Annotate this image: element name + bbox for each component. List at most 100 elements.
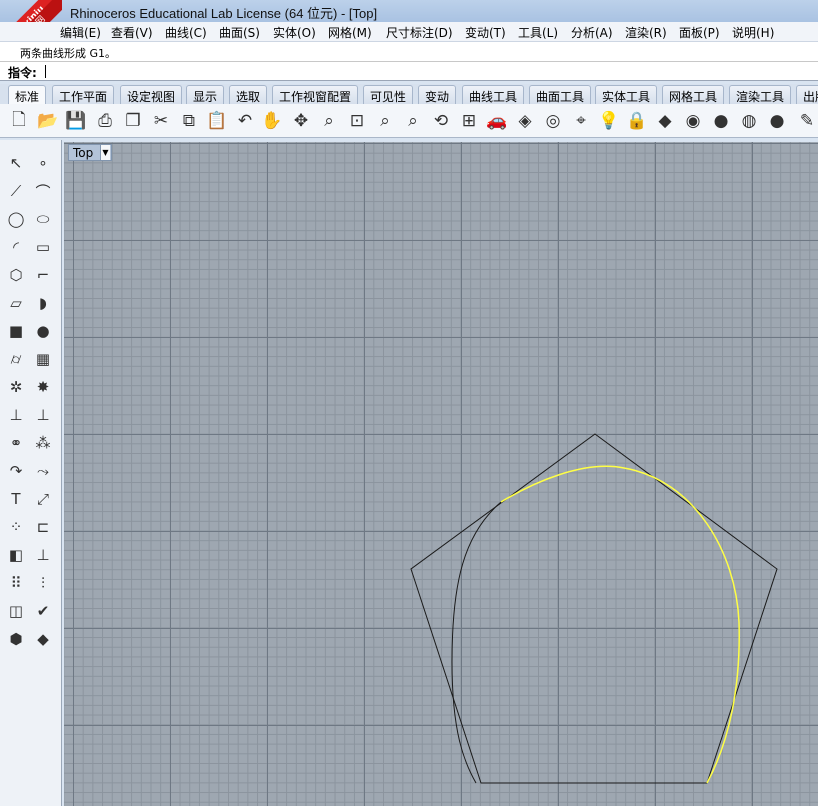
menu-tools[interactable]: 工具(L) [518,24,558,41]
blend-curve-highlighted[interactable] [500,465,740,784]
tab-publish[interactable]: 出版 [796,85,818,104]
zoom-dynamic-icon[interactable]: ⌕ [316,108,342,134]
four-viewports-icon[interactable]: ⊞ [456,108,482,134]
trim-icon[interactable]: ⊥ [3,402,29,428]
pan-hand-icon[interactable]: ✋ [259,108,285,134]
tab-visibility[interactable]: 可见性 [363,85,414,104]
layer-icon[interactable]: ◆ [652,108,678,134]
polygon-icon[interactable]: ⬡ [3,262,29,288]
import-icon[interactable]: ❐ [120,108,146,134]
rendered-sphere-icon[interactable]: ◍ [736,108,762,134]
cut-icon[interactable]: ✂ [148,108,174,134]
loft-surface-icon[interactable]: ◗ [30,290,56,316]
text-icon[interactable]: T [3,486,29,512]
tab-curve-tools[interactable]: 曲线工具 [462,85,525,104]
car-icon[interactable]: 🚗 [484,108,510,134]
rotate-view-arrow-icon[interactable]: ⟲ [428,108,454,134]
zoom-window-icon[interactable]: ⊡ [344,108,370,134]
polyline-icon[interactable]: ⟋ [3,178,29,204]
chevron-down-icon[interactable]: ▼ [100,145,110,160]
dimension-icon[interactable]: ⊥ [30,542,56,568]
menu-help[interactable]: 说明(H) [732,24,774,41]
gear-transform-icon[interactable]: ✲ [3,374,29,400]
tab-viewport-layout[interactable]: 工作视窗配置 [272,85,359,104]
offset-curve-icon[interactable]: ↷ [3,458,29,484]
named-view-icon[interactable]: ◎ [540,108,566,134]
weld-icon[interactable]: ⫶ [30,570,56,596]
tab-cplanes[interactable]: 工作平面 [52,85,115,104]
explode-icon[interactable]: ✸ [30,374,56,400]
shaded-sphere-icon[interactable]: ● [708,108,734,134]
sphere-solid-icon[interactable]: ● [30,318,56,344]
command-line[interactable]: 指令: [0,62,818,81]
boolean-union-icon[interactable]: ⚭ [3,430,29,456]
array-icon[interactable]: ⁘ [3,514,29,540]
arc-icon[interactable]: ◜ [3,234,29,260]
tab-render-tools[interactable]: 渲染工具 [729,85,792,104]
menu-view[interactable]: 查看(V) [111,24,153,41]
perspective-icon[interactable]: ◈ [512,108,538,134]
grid-array-icon[interactable]: ⠿ [3,570,29,596]
copy-icon[interactable]: ⧉ [176,108,202,134]
block-icon[interactable]: ◧ [3,542,29,568]
ellipse-icon[interactable]: ⬭ [30,206,56,232]
zoom-selected-icon[interactable]: ⌕ [400,108,426,134]
light-bulb-icon[interactable]: 💡 [596,108,622,134]
zoom-extents-icon[interactable]: ⌕ [372,108,398,134]
cplane-icon[interactable]: ⌖ [568,108,594,134]
menu-surface[interactable]: 曲面(S) [219,24,260,41]
viewport-label[interactable]: Top ▼ [68,144,112,161]
tab-transform[interactable]: 变动 [418,85,457,104]
top-viewport[interactable]: Top ▼ [64,142,818,806]
render-icon[interactable]: ◆ [30,626,56,652]
menu-curve[interactable]: 曲线(C) [165,24,207,41]
pentagon-curve[interactable] [410,433,778,784]
command-input-caret[interactable] [45,65,46,78]
extrude-icon[interactable]: ◫ [3,598,29,624]
fillet-curve-icon[interactable]: ⌐ [30,262,56,288]
tab-set-view[interactable]: 设定视图 [120,85,183,104]
blue-sphere-icon[interactable]: ● [764,108,790,134]
rectangle-icon[interactable]: ▭ [30,234,56,260]
new-file-icon[interactable]: 🗋 [6,108,32,134]
split-icon[interactable]: ⊥ [30,402,56,428]
lock-icon[interactable]: 🔒 [624,108,650,134]
scale-icon[interactable]: ⤢ [30,486,56,512]
menu-edit[interactable]: 编辑(E) [60,24,101,41]
box-solid-icon[interactable]: ■ [3,318,29,344]
save-icon[interactable]: 💾 [63,108,89,134]
menu-render[interactable]: 渲染(R) [625,24,667,41]
blend-curve-icon[interactable]: ⤳ [30,458,56,484]
select-arrow-icon[interactable]: ↖ [3,150,29,176]
tab-mesh-tools[interactable]: 网格工具 [662,85,725,104]
tab-surface-tools[interactable]: 曲面工具 [529,85,592,104]
paste-icon[interactable]: 📋 [204,108,230,134]
menu-analyze[interactable]: 分析(A) [571,24,613,41]
cylinder-icon[interactable]: ⌭ [3,346,29,372]
menu-panels[interactable]: 面板(P) [679,24,720,41]
tab-select[interactable]: 选取 [229,85,268,104]
circle-icon[interactable]: ◯ [3,206,29,232]
color-wheel-icon[interactable]: ◉ [680,108,706,134]
open-folder-icon[interactable]: 📂 [35,108,61,134]
pen-icon[interactable]: ✎ [794,108,818,134]
point-icon[interactable]: ∘ [30,150,56,176]
menu-transform[interactable]: 变动(T) [465,24,506,41]
align-icon[interactable]: ⊏ [30,514,56,540]
shaded-box-icon[interactable]: ⬢ [3,626,29,652]
rotate-view-icon[interactable]: ✥ [288,108,314,134]
group-icon[interactable]: ⁂ [30,430,56,456]
curve-control-points-icon[interactable]: ⌒ [30,178,56,204]
mesh-plane-icon[interactable]: ▦ [30,346,56,372]
menu-dimension[interactable]: 尺寸标注(D) [386,24,453,41]
tab-display[interactable]: 显示 [186,85,225,104]
blend-curve-black[interactable] [451,501,502,784]
surface-corner-points-icon[interactable]: ▱ [3,290,29,316]
menu-mesh[interactable]: 网格(M) [328,24,372,41]
viewport-canvas[interactable] [64,142,818,806]
check-icon[interactable]: ✔ [30,598,56,624]
undo-icon[interactable]: ↶ [232,108,258,134]
tab-solid-tools[interactable]: 实体工具 [595,85,658,104]
print-icon[interactable]: ⎙ [92,108,118,134]
menu-solid[interactable]: 实体(O) [273,24,316,41]
